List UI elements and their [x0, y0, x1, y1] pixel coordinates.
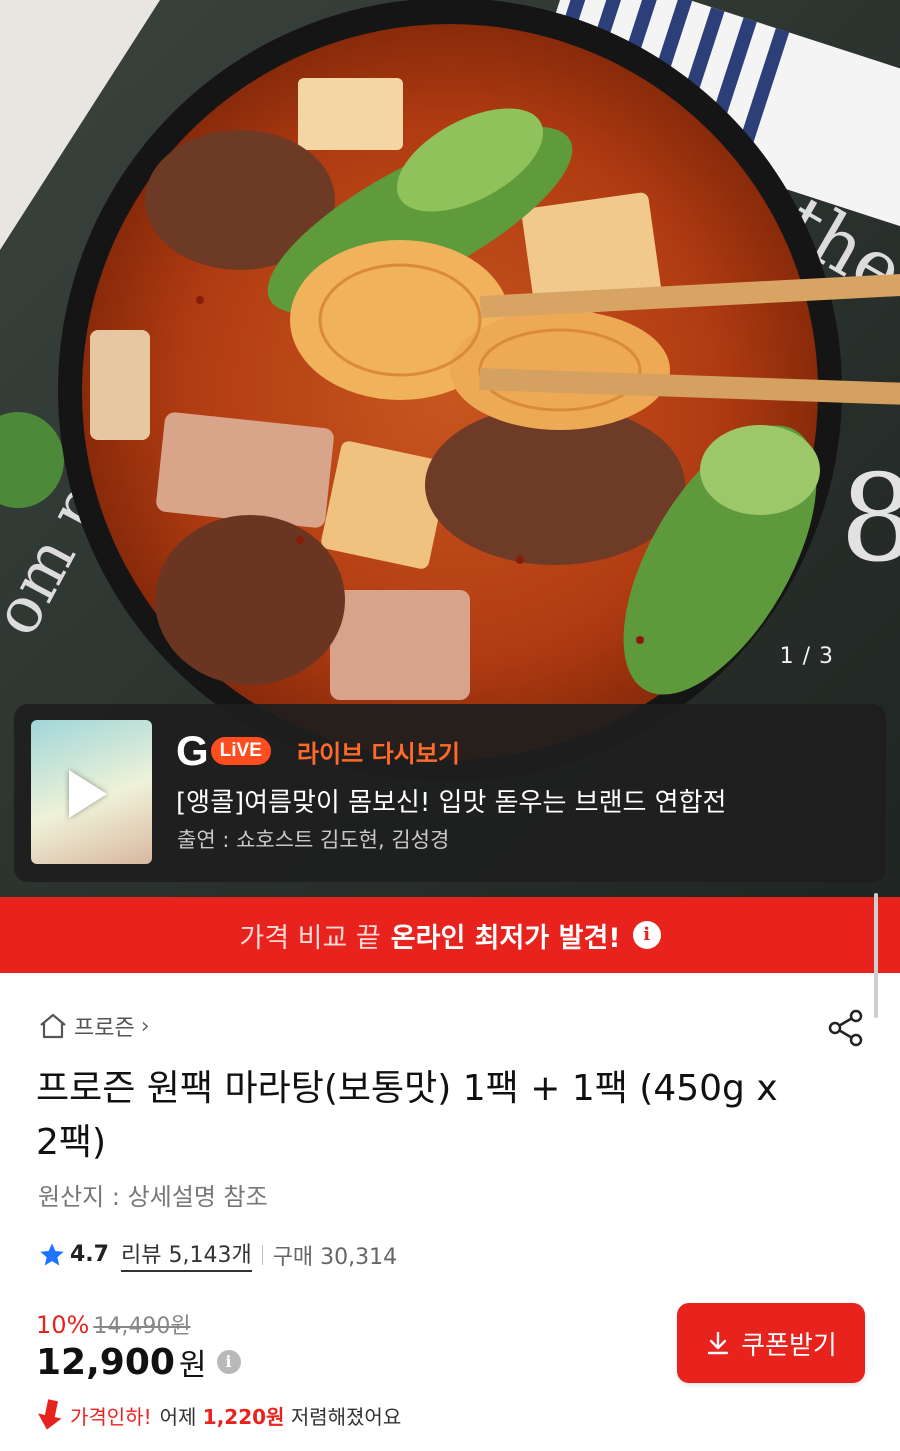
promo-bold-text: 온라인 최저가 발견!	[390, 922, 621, 954]
coupon-download-button[interactable]: 쿠폰받기	[677, 1303, 865, 1383]
glive-logo-letter: G	[176, 727, 209, 774]
live-replay-banner[interactable]: G LiVE 라이브 다시보기 [앵콜]여름맞이 몸보신! 입맛 돋우는 브랜드…	[14, 704, 886, 882]
rating-row: 4.7 리뷰 5,143개 구매 30,314	[38, 1237, 397, 1272]
price-drop-label: 가격인하!	[70, 1404, 152, 1429]
origin-info: 원산지 : 상세설명 참조	[38, 1183, 268, 1211]
sale-price: 12,900	[36, 1341, 175, 1383]
price-drop-prefix: 어제	[159, 1404, 197, 1429]
breadcrumb-brand[interactable]: 프로즌	[74, 1010, 135, 1042]
live-replay-label: 라이브 다시보기	[297, 740, 460, 768]
live-badge: LiVE	[210, 737, 271, 765]
discount-row: 10% 14,490원	[36, 1308, 191, 1340]
product-title: 프로즌 원팩 마라탕(보통맛) 1팩 + 1팩 (450g x 2팩)	[36, 1068, 778, 1163]
original-price: 14,490원	[93, 1314, 191, 1339]
review-link[interactable]: 리뷰 5,143개	[120, 1237, 252, 1272]
breadcrumb[interactable]: 프로즌 ›	[38, 1010, 150, 1042]
image-page-indicator: 1 / 3	[779, 644, 834, 669]
live-thumbnail[interactable]	[31, 720, 152, 864]
info-icon[interactable]: i	[632, 921, 661, 949]
arrow-down-icon	[38, 1399, 62, 1430]
price-info-icon[interactable]: i	[216, 1350, 241, 1374]
discount-rate: 10%	[36, 1311, 90, 1339]
scrollbar-thumb[interactable]	[874, 893, 878, 1018]
download-icon	[707, 1331, 729, 1355]
play-icon	[69, 770, 107, 818]
divider	[261, 1244, 263, 1265]
svg-text:8: 8	[840, 450, 900, 589]
chevron-right-icon: ›	[140, 1013, 150, 1039]
promo-light-text: 가격 비교 끝	[239, 922, 381, 954]
lowest-price-banner[interactable]: 가격 비교 끝 온라인 최저가 발견! i	[0, 897, 900, 973]
price-row: 12,900 원 i	[36, 1340, 241, 1384]
purchase-count: 구매 30,314	[272, 1244, 398, 1270]
glive-logo: G LiVE	[176, 727, 271, 774]
price-unit: 원	[178, 1348, 207, 1383]
price-drop-amount: 1,220원	[202, 1404, 285, 1429]
price-drop-detail: 어제 1,220원 저렴해졌어요	[160, 1401, 402, 1430]
live-cast: 출연 : 쇼호스트 김도현, 김성경	[177, 828, 450, 852]
rating-value: 4.7	[70, 1242, 109, 1267]
home-icon[interactable]	[38, 1012, 68, 1040]
coupon-button-label: 쿠폰받기	[741, 1330, 837, 1361]
price-drop-suffix: 저렴해졌어요	[290, 1404, 402, 1429]
live-title: [앵콜]여름맞이 몸보신! 입맛 돋우는 브랜드 연합전	[176, 788, 727, 818]
price-drop-notice: 가격인하! 어제 1,220원 저렴해졌어요	[36, 1398, 401, 1432]
share-icon[interactable]	[826, 1008, 866, 1048]
star-icon	[40, 1242, 64, 1265]
